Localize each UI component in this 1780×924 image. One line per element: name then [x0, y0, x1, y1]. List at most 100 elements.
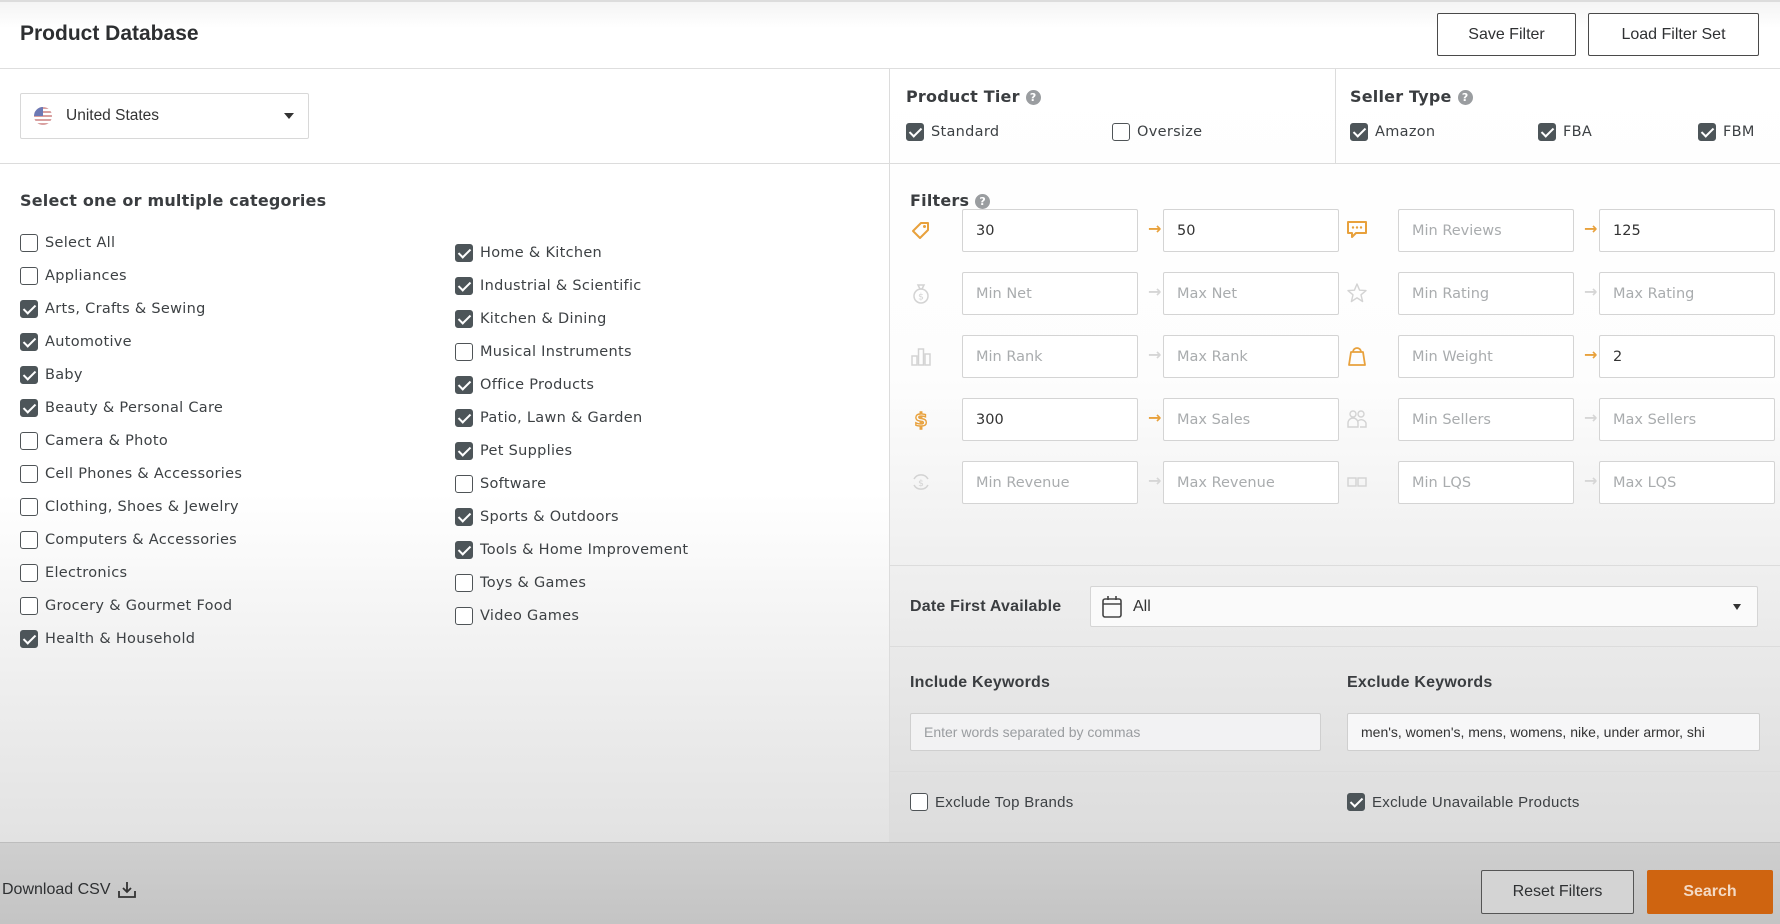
checkbox-checked[interactable] [906, 123, 924, 141]
product-tier-checkbox[interactable]: Standard [906, 121, 999, 143]
checkbox-unchecked[interactable] [455, 475, 473, 493]
marketplace-select[interactable]: United States [20, 93, 309, 139]
category-checkbox[interactable]: Baby [20, 364, 83, 386]
filter-min-input[interactable] [1398, 461, 1574, 504]
checkbox-unchecked[interactable] [20, 498, 38, 516]
filter-max-input[interactable] [1599, 461, 1775, 504]
checkbox-checked[interactable] [1538, 123, 1556, 141]
filter-min-input[interactable] [962, 209, 1138, 252]
filter-max-input[interactable] [1599, 335, 1775, 378]
checkbox-checked[interactable] [20, 399, 38, 417]
category-checkbox[interactable]: Computers & Accessories [20, 529, 237, 551]
product-tier-checkbox[interactable]: Oversize [1112, 121, 1202, 143]
checkbox-unchecked[interactable] [20, 564, 38, 582]
category-checkbox[interactable]: Kitchen & Dining [455, 308, 607, 330]
checkbox-checked[interactable] [455, 277, 473, 295]
category-checkbox[interactable]: Cell Phones & Accessories [20, 463, 242, 485]
filter-max-input[interactable] [1599, 209, 1775, 252]
category-checkbox[interactable]: Select All [20, 232, 115, 254]
checkbox-unchecked[interactable] [455, 607, 473, 625]
seller-type-checkbox[interactable]: Amazon [1350, 121, 1435, 143]
filter-min-input[interactable] [1398, 272, 1574, 315]
category-checkbox[interactable]: Electronics [20, 562, 127, 584]
filter-max-input[interactable] [1163, 335, 1339, 378]
checkbox-unchecked[interactable] [20, 465, 38, 483]
filter-min-input[interactable] [962, 335, 1138, 378]
category-checkbox[interactable]: Office Products [455, 374, 594, 396]
exclude-keywords-input[interactable] [1347, 713, 1760, 751]
download-csv-link[interactable]: Download CSV [2, 881, 137, 899]
checkbox-label: Camera & Photo [45, 433, 168, 449]
checkbox-checked[interactable] [20, 366, 38, 384]
checkbox-unchecked[interactable] [20, 267, 38, 285]
seller-type-title: Seller Type? [1350, 87, 1473, 106]
filter-max-input[interactable] [1163, 398, 1339, 441]
reviews-bubble-icon [1346, 219, 1368, 241]
load-filter-set-button[interactable]: Load Filter Set [1588, 13, 1759, 56]
category-checkbox[interactable]: Video Games [455, 605, 579, 627]
category-checkbox[interactable]: Automotive [20, 331, 132, 353]
filter-min-input[interactable] [962, 461, 1138, 504]
category-checkbox[interactable]: Sports & Outdoors [455, 506, 619, 528]
exclude-unavailable-checkbox[interactable]: Exclude Unavailable Products [1347, 791, 1580, 813]
checkbox-unchecked[interactable] [20, 597, 38, 615]
category-checkbox[interactable]: Home & Kitchen [455, 242, 602, 264]
category-checkbox[interactable]: Clothing, Shoes & Jewelry [20, 496, 239, 518]
checkbox-checked[interactable] [20, 630, 38, 648]
category-checkbox[interactable]: Camera & Photo [20, 430, 168, 452]
filter-min-input[interactable] [962, 398, 1138, 441]
checkbox-checked[interactable] [20, 300, 38, 318]
category-checkbox[interactable]: Appliances [20, 265, 127, 287]
checkbox-unchecked[interactable] [20, 234, 38, 252]
filter-max-input[interactable] [1163, 209, 1339, 252]
category-checkbox[interactable]: Toys & Games [455, 572, 586, 594]
checkbox-checked[interactable] [455, 508, 473, 526]
category-checkbox[interactable]: Beauty & Personal Care [20, 397, 223, 419]
help-icon[interactable]: ? [1457, 90, 1473, 105]
help-icon[interactable]: ? [1025, 90, 1041, 105]
filter-max-input[interactable] [1599, 272, 1775, 315]
checkbox-checked[interactable] [455, 442, 473, 460]
page-header: Product Database Save Filter Load Filter… [0, 0, 1780, 69]
checkbox[interactable] [910, 793, 928, 811]
filter-max-input[interactable] [1599, 398, 1775, 441]
category-checkbox[interactable]: Health & Household [20, 628, 195, 650]
filter-max-input[interactable] [1163, 461, 1339, 504]
checkbox-unchecked[interactable] [455, 343, 473, 361]
include-keywords-input[interactable] [910, 713, 1321, 751]
category-checkbox[interactable]: Grocery & Gourmet Food [20, 595, 232, 617]
checkbox-checked[interactable] [455, 541, 473, 559]
checkbox-unchecked[interactable] [455, 574, 473, 592]
checkbox-unchecked[interactable] [20, 531, 38, 549]
category-checkbox[interactable]: Industrial & Scientific [455, 275, 642, 297]
category-checkbox[interactable]: Patio, Lawn & Garden [455, 407, 642, 429]
save-filter-button[interactable]: Save Filter [1437, 13, 1576, 56]
filter-max-input[interactable] [1163, 272, 1339, 315]
reset-filters-button[interactable]: Reset Filters [1481, 870, 1634, 914]
category-checkbox[interactable]: Tools & Home Improvement [455, 539, 688, 561]
date-first-available-select[interactable]: All [1090, 586, 1758, 627]
seller-type-checkbox[interactable]: FBA [1538, 121, 1592, 143]
category-checkbox[interactable]: Pet Supplies [455, 440, 572, 462]
filter-min-input[interactable] [1398, 335, 1574, 378]
exclude-top-brands-checkbox[interactable]: Exclude Top Brands [910, 791, 1074, 813]
checkbox-unchecked[interactable] [1112, 123, 1130, 141]
checkbox-checked[interactable] [1698, 123, 1716, 141]
checkbox-checked[interactable] [455, 409, 473, 427]
category-checkbox[interactable]: Software [455, 473, 546, 495]
help-icon[interactable]: ? [975, 194, 991, 209]
checkbox-checked[interactable] [455, 376, 473, 394]
checkbox[interactable] [1347, 793, 1365, 811]
checkbox-checked[interactable] [455, 310, 473, 328]
filter-min-input[interactable] [1398, 209, 1574, 252]
filter-min-input[interactable] [1398, 398, 1574, 441]
filter-min-input[interactable] [962, 272, 1138, 315]
checkbox-checked[interactable] [455, 244, 473, 262]
category-checkbox[interactable]: Musical Instruments [455, 341, 632, 363]
checkbox-unchecked[interactable] [20, 432, 38, 450]
seller-type-checkbox[interactable]: FBM [1698, 121, 1755, 143]
checkbox-checked[interactable] [1350, 123, 1368, 141]
category-checkbox[interactable]: Arts, Crafts & Sewing [20, 298, 206, 320]
checkbox-checked[interactable] [20, 333, 38, 351]
search-button[interactable]: Search [1647, 870, 1773, 914]
